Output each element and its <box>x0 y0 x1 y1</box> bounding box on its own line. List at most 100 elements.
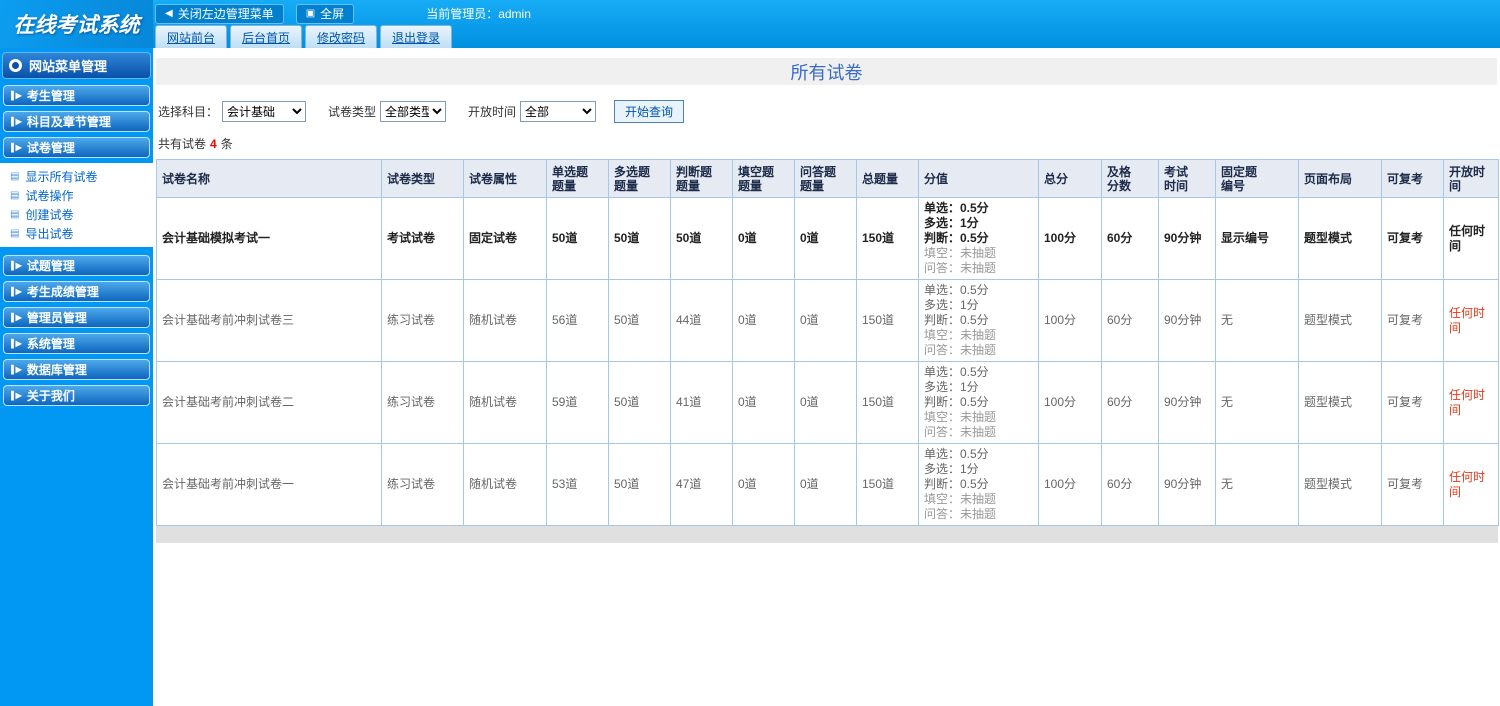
cell-retake: 可复考 <box>1381 197 1444 280</box>
submenu-item[interactable]: ▤ 创建试卷 <box>0 205 153 224</box>
sidebar-item-label: 科目及章节管理 <box>26 115 111 129</box>
sidebar-menu: ▌▶ 考生管理 ▌▶ 科目及章节管理 ▌▶ 试卷管理 ▤ 显示所有试卷 ▤ 试卷操作 ▤ 创建试卷 ▤ 导… <box>0 85 153 406</box>
cell-single: 50道 <box>546 197 609 280</box>
sidebar-item[interactable]: ▌▶ 考生管理 <box>3 85 150 106</box>
fullscreen-label: 全屏 <box>320 7 345 21</box>
summary-prefix: 共有试卷 <box>158 137 207 151</box>
sidebar-item-label: 系统管理 <box>26 337 75 351</box>
page-title: 所有试卷 <box>790 62 863 83</box>
cell-attr: 随机试卷 <box>463 443 547 526</box>
sidebar-item[interactable]: ▌▶ 试题管理 <box>3 255 150 276</box>
cell-scores: 单选：0.5分 多选：1分 判断：0.5分 填空：未抽题 问答：未抽题 <box>918 443 1039 526</box>
cell-multi: 50道 <box>608 443 671 526</box>
cell-scores: 单选：0.5分 多选：1分 判断：0.5分 填空：未抽题 问答：未抽题 <box>918 361 1039 444</box>
column-header: 试卷类型 <box>381 159 464 198</box>
topbar-tab[interactable]: 网站前台 <box>155 25 228 48</box>
submenu-item[interactable]: ▤ 显示所有试卷 <box>0 167 153 186</box>
time-filter-group: 开放时间 全部 <box>468 101 597 122</box>
cell-fill: 0道 <box>732 361 795 444</box>
cell-pass_score: 60分 <box>1101 197 1159 280</box>
cell-retake: 可复考 <box>1381 443 1444 526</box>
cell-qa: 0道 <box>794 361 857 444</box>
list-square-icon: ▤ <box>10 208 20 220</box>
cell-attr: 随机试卷 <box>463 361 547 444</box>
cell-judge: 44道 <box>670 279 733 362</box>
menu-arrow-icon: ▌▶ <box>11 390 22 400</box>
column-header: 开放时间 <box>1443 159 1499 198</box>
sidebar-item[interactable]: ▌▶ 试卷管理 <box>3 137 150 158</box>
cell-qa: 0道 <box>794 279 857 362</box>
papers-table: 试卷名称 试卷类型 试卷属性 单选题 题量 多选题 题量 判断题 题量 填空题 题量 问答题 … <box>156 159 1499 526</box>
cell-judge: 47道 <box>670 443 733 526</box>
cell-judge: 41道 <box>670 361 733 444</box>
cell-layout: 题型模式 <box>1298 443 1382 526</box>
sidebar: 网站菜单管理 ▌▶ 考生管理 ▌▶ 科目及章节管理 ▌▶ 试卷管理 ▤ 显示所有试卷 ▤ 试卷操作… <box>0 48 153 706</box>
sidebar-item-label: 考生管理 <box>26 89 75 103</box>
table-footer-bar <box>156 526 1498 543</box>
submenu-item-label: 创建试卷 <box>25 208 74 222</box>
list-square-icon: ▤ <box>10 170 20 182</box>
column-header: 固定题 编号 <box>1215 159 1299 198</box>
submenu-item-label: 导出试卷 <box>25 227 74 241</box>
cell-exam_time: 90分钟 <box>1158 443 1216 526</box>
current-admin-label: 当前管理员：admin <box>426 7 531 21</box>
cell-judge: 50道 <box>670 197 733 280</box>
cell-total: 150道 <box>856 197 919 280</box>
topbar-tab[interactable]: 修改密码 <box>305 25 378 48</box>
menu-arrow-icon: ▌▶ <box>11 286 22 296</box>
cell-fill: 0道 <box>732 197 795 280</box>
column-header: 可复考 <box>1381 159 1444 198</box>
sidebar-item-label: 关于我们 <box>26 389 75 403</box>
close-left-menu-button[interactable]: ◀ 关闭左边管理菜单 <box>155 3 284 24</box>
topbar-tab[interactable]: 退出登录 <box>380 25 453 48</box>
close-left-menu-label: 关闭左边管理菜单 <box>177 7 274 21</box>
cell-name: 会计基础考前冲刺试卷二 <box>156 361 382 444</box>
subject-label: 选择科目： <box>158 105 219 119</box>
cell-multi: 50道 <box>608 279 671 362</box>
menu-arrow-icon: ▌▶ <box>11 260 22 270</box>
cell-pass_score: 60分 <box>1101 443 1159 526</box>
cell-qa: 0道 <box>794 443 857 526</box>
cell-total: 150道 <box>856 361 919 444</box>
submenu-item[interactable]: ▤ 导出试卷 <box>0 224 153 243</box>
page-layout: 网站菜单管理 ▌▶ 考生管理 ▌▶ 科目及章节管理 ▌▶ 试卷管理 ▤ 显示所有试卷 ▤ 试卷操作… <box>0 48 1500 706</box>
cell-open_time: 任何时间 <box>1443 361 1499 444</box>
sidebar-item[interactable]: ▌▶ 管理员管理 <box>3 307 150 328</box>
page-title-bar: 所有试卷 <box>156 58 1497 85</box>
query-button[interactable]: 开始查询 <box>614 100 685 123</box>
main-content: 所有试卷 选择科目： 会计基础 试卷类型 全部类型 开放时间 全部 开始查询 共… <box>153 48 1500 706</box>
summary-suffix: 条 <box>220 137 233 151</box>
cell-layout: 题型模式 <box>1298 279 1382 362</box>
fullscreen-icon: ▣ <box>305 7 316 19</box>
cell-exam_time: 90分钟 <box>1158 197 1216 280</box>
cell-type: 练习试卷 <box>381 443 464 526</box>
sidebar-item[interactable]: ▌▶ 关于我们 <box>3 385 150 406</box>
submenu-item-label: 显示所有试卷 <box>25 170 98 184</box>
sidebar-item[interactable]: ▌▶ 科目及章节管理 <box>3 111 150 132</box>
sidebar-item[interactable]: ▌▶ 系统管理 <box>3 333 150 354</box>
cell-total_score: 100分 <box>1038 197 1102 280</box>
sidebar-item[interactable]: ▌▶ 数据库管理 <box>3 359 150 380</box>
cell-total_score: 100分 <box>1038 279 1102 362</box>
sidebar-item[interactable]: ▌▶ 考生成绩管理 <box>3 281 150 302</box>
type-select[interactable]: 全部类型 <box>380 101 447 122</box>
subject-select[interactable]: 会计基础 <box>222 101 307 122</box>
cell-scores: 单选：0.5分 多选：1分 判断：0.5分 填空：未抽题 问答：未抽题 <box>918 279 1039 362</box>
list-square-icon: ▤ <box>10 227 20 239</box>
cell-type: 练习试卷 <box>381 361 464 444</box>
column-header: 试卷属性 <box>463 159 547 198</box>
fullscreen-button[interactable]: ▣ 全屏 <box>295 3 355 24</box>
cell-total: 150道 <box>856 443 919 526</box>
submenu-item[interactable]: ▤ 试卷操作 <box>0 186 153 205</box>
result-summary: 共有试卷 4 条 <box>158 135 1497 152</box>
topbar-tab[interactable]: 后台首页 <box>230 25 303 48</box>
type-filter-group: 试卷类型 全部类型 <box>328 101 447 122</box>
cell-fixed_no: 无 <box>1215 361 1299 444</box>
sidebar-title: 网站菜单管理 <box>2 52 151 79</box>
menu-arrow-icon: ▌▶ <box>11 90 22 100</box>
time-select[interactable]: 全部 <box>520 101 597 122</box>
cell-name: 会计基础考前冲刺试卷三 <box>156 279 382 362</box>
cell-fixed_no: 无 <box>1215 279 1299 362</box>
menu-arrow-icon: ▌▶ <box>11 142 22 152</box>
cell-exam_time: 90分钟 <box>1158 279 1216 362</box>
